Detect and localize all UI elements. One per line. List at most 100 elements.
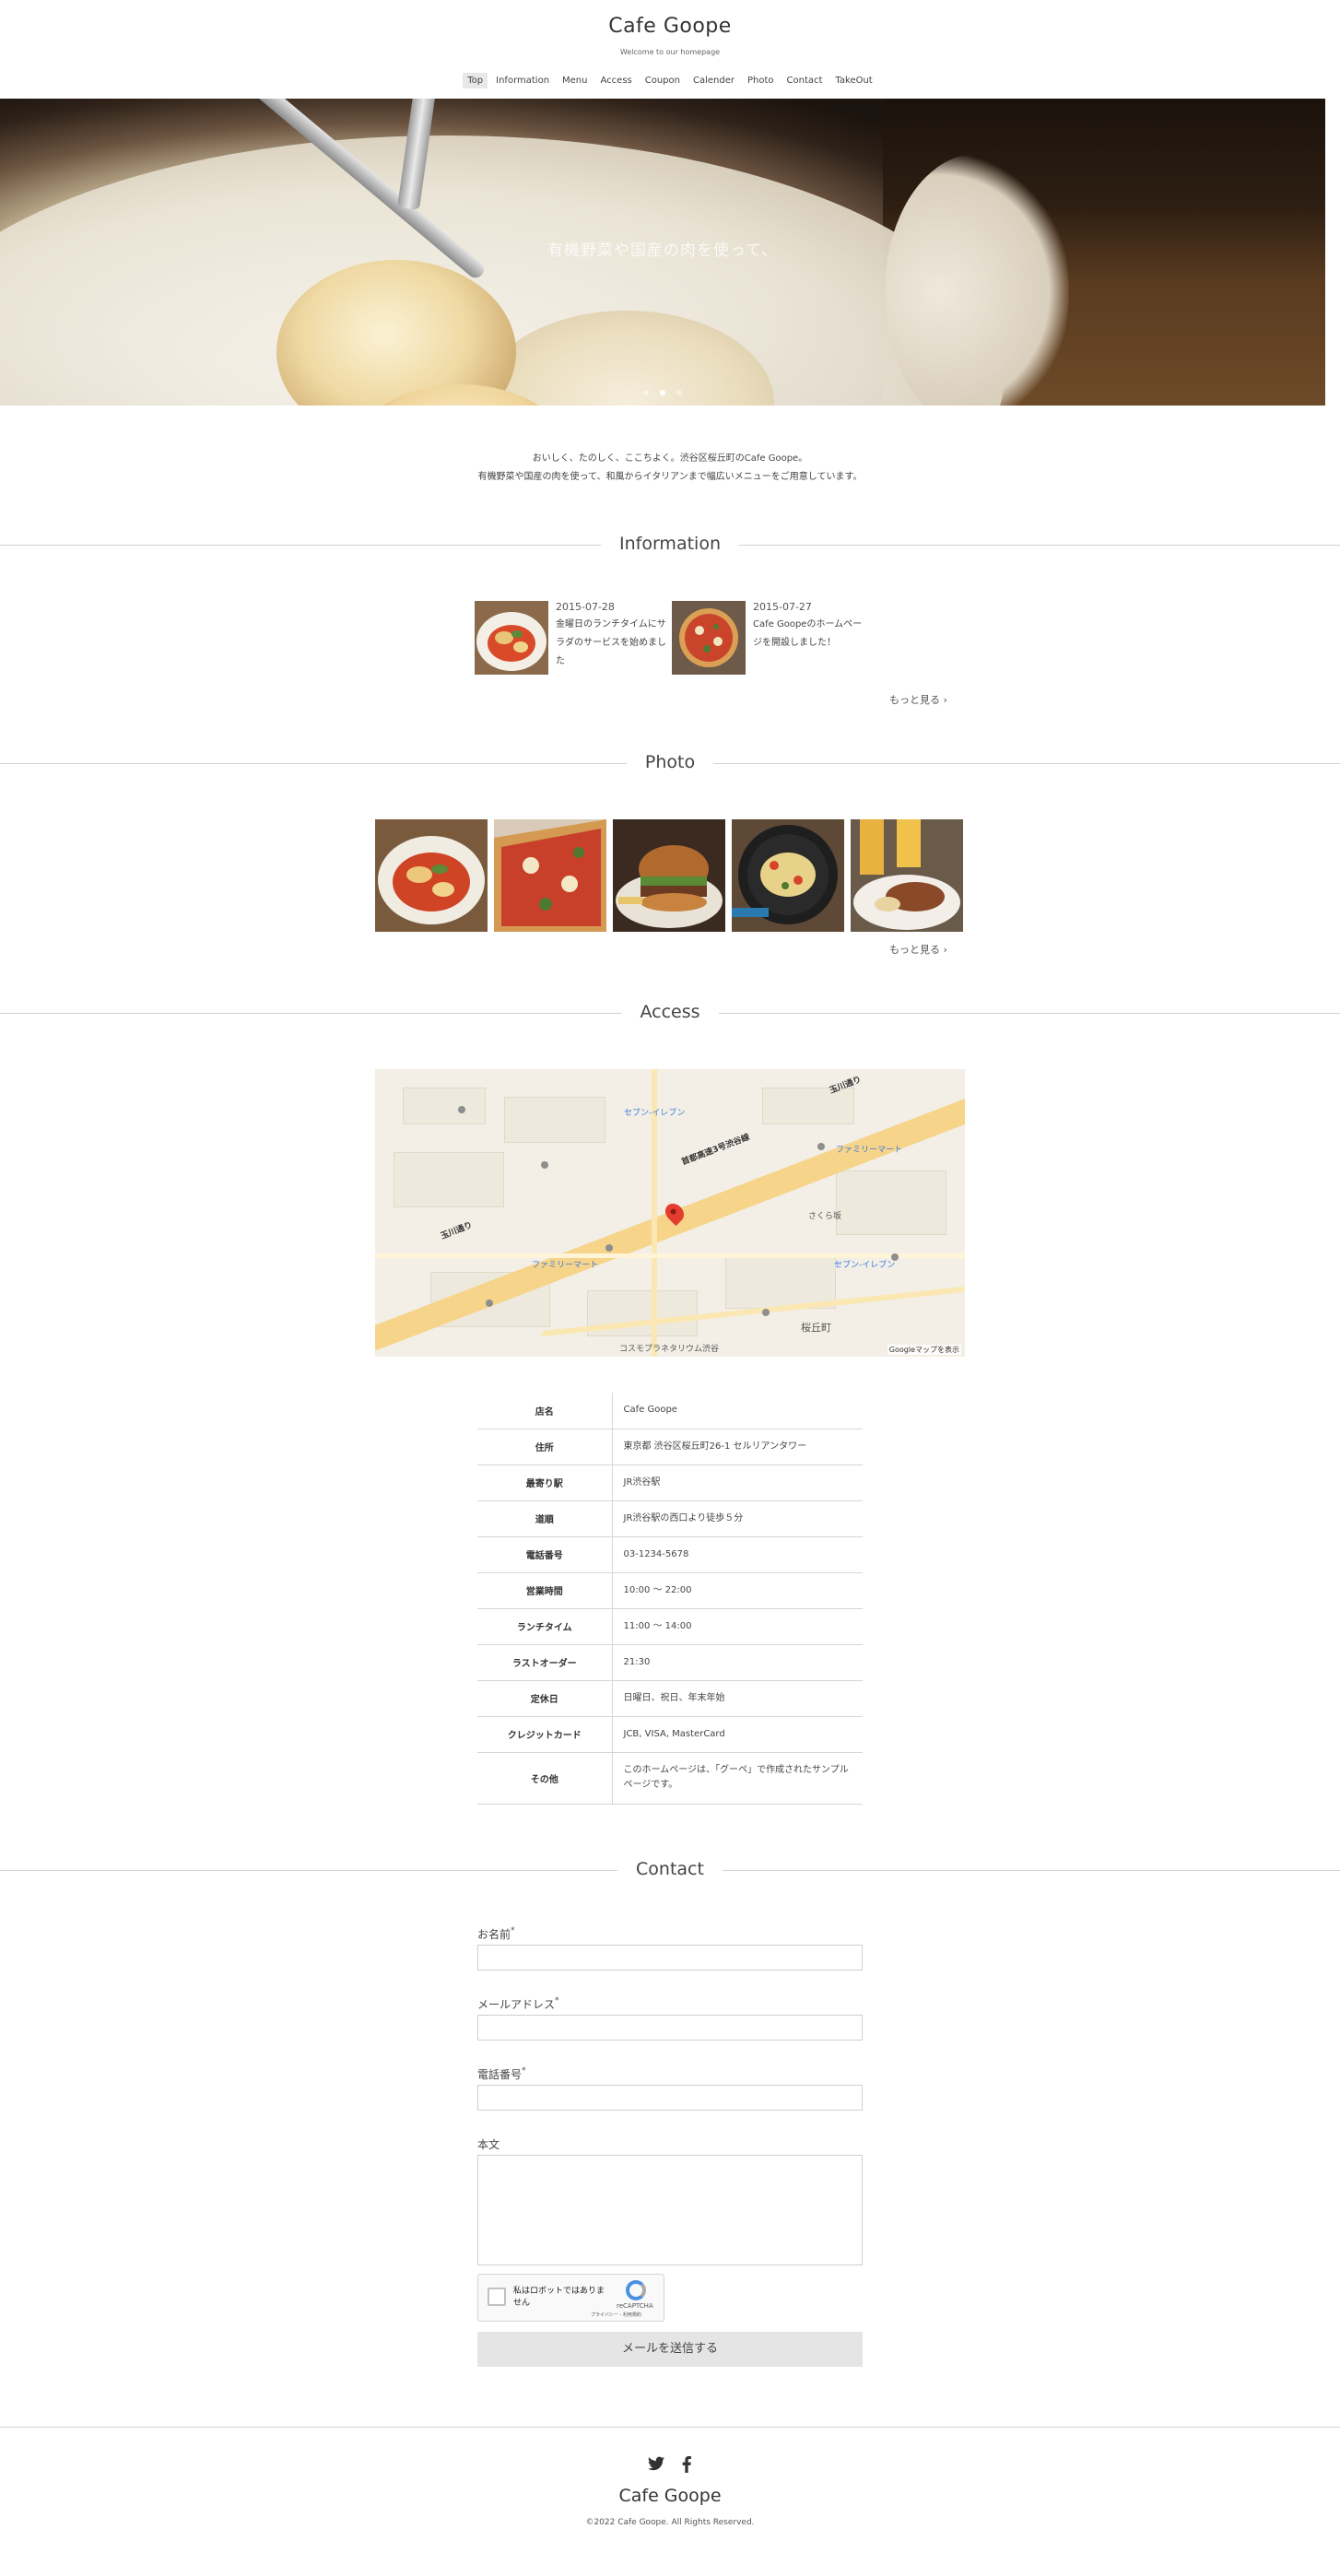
table-header: 最寄り駅	[477, 1464, 613, 1500]
site-tagline: Welcome to our homepage	[619, 48, 721, 56]
map-place-label: ファミリーマート	[532, 1261, 599, 1270]
table-row: 道順 JR渋谷駅の西口より徒歩５分	[477, 1500, 863, 1536]
table-cell: JR渋谷駅	[623, 1476, 661, 1488]
intro-line: おいしく、たのしく、ここちよく。渋谷区桜丘町のCafe Goope。	[532, 453, 808, 464]
photo-pasta[interactable]	[375, 819, 488, 932]
map-area-label: 桜丘町	[801, 1322, 831, 1334]
google-map[interactable]: 玉川通り 首都高速3号渋谷線 玉川通り セブン-イレブン ファミリーマート ファ…	[375, 1069, 965, 1357]
nav-coupon[interactable]: Coupon	[641, 73, 685, 88]
table-row: 電話番号 03-1234-5678	[477, 1536, 863, 1572]
section-title: Photo	[626, 752, 714, 772]
table-cell: 10:00 ～ 22:00	[623, 1584, 692, 1595]
table-header: 店名	[477, 1393, 613, 1429]
table-header: 営業時間	[477, 1572, 613, 1608]
map-place-label: ファミリーマート	[836, 1146, 903, 1155]
nav-top[interactable]: Top	[463, 73, 488, 88]
hero-dot[interactable]	[643, 390, 649, 395]
table-cell: 東京都 渋谷区桜丘町26-1 セルリアンタワー	[623, 1441, 807, 1452]
photo-steak-beer[interactable]	[851, 819, 963, 932]
info-item[interactable]: 2015-07-28 金曜日のランチタイムにサラダのサービスを始めました	[475, 601, 666, 678]
table-cell: 03-1234-5678	[623, 1548, 689, 1559]
table-row: その他 このホームページは、「グーペ」で作成されたサンプルページです。	[477, 1752, 863, 1804]
table-cell: JR渋谷駅の西口より徒歩５分	[623, 1512, 744, 1523]
map-footer-link[interactable]: Googleマップを表示	[887, 1345, 961, 1355]
shop-info-table: 店名 Cafe Goope 住所 東京都 渋谷区桜丘町26-1 セルリアンタワー 最…	[477, 1393, 863, 1805]
section-title: Information	[601, 534, 739, 554]
hero-dot[interactable]	[676, 390, 682, 395]
table-header: ランチタイム	[477, 1608, 613, 1644]
recaptcha-icon	[626, 2280, 646, 2300]
hero-slideshow[interactable]: 有機野菜や国産の肉を使って、	[0, 99, 1325, 406]
facebook-icon[interactable]	[681, 2456, 692, 2473]
recaptcha-widget: 私はロボットではありません reCAPTCHA プライバシー - 利用規約	[477, 2274, 664, 2322]
table-row: 店名 Cafe Goope	[477, 1393, 863, 1429]
table-cell: 11:00 ～ 14:00	[623, 1620, 692, 1631]
photo-pizza[interactable]	[494, 819, 606, 932]
nav-takeout[interactable]: TakeOut	[830, 73, 876, 88]
recaptcha-privacy-link[interactable]: プライバシー - 利用規約	[591, 2311, 641, 2318]
section-title: Contact	[617, 1859, 723, 1879]
hero-dot-active[interactable]	[660, 390, 665, 395]
required-mark: *	[555, 1996, 559, 2006]
table-cell: 日曜日、祝日、年末年始	[623, 1692, 725, 1703]
table-header: 定休日	[477, 1680, 613, 1716]
social-links	[0, 2456, 1340, 2473]
info-title[interactable]: 金曜日のランチタイムにサラダのサービスを始めました	[556, 616, 670, 671]
map-place-label: セブン-イレブン	[834, 1261, 896, 1270]
info-thumbnail-pizza[interactable]	[672, 601, 746, 675]
submit-button[interactable]: メールを送信する	[477, 2332, 863, 2367]
photo-burger[interactable]	[613, 819, 725, 932]
table-cell: Cafe Goope	[623, 1405, 677, 1416]
email-label: メールアドレス*	[477, 1996, 559, 2011]
twitter-icon[interactable]	[648, 2456, 664, 2471]
body-label: 本文	[477, 2138, 500, 2151]
footer-divider	[0, 2427, 1340, 2428]
table-row: クレジットカード JCB, VISA, MasterCard	[477, 1716, 863, 1752]
footer-title[interactable]: Cafe Goope	[0, 2486, 1340, 2506]
access-heading: Access	[0, 1002, 1340, 1024]
table-cell: JCB, VISA, MasterCard	[623, 1728, 725, 1739]
table-header: クレジットカード	[477, 1716, 613, 1752]
hero-pagination	[0, 390, 1325, 395]
table-header: 住所	[477, 1429, 613, 1464]
photo-skillet[interactable]	[732, 819, 844, 932]
recaptcha-brand: reCAPTCHA	[617, 2302, 653, 2310]
information-heading: Information	[0, 534, 1340, 556]
recaptcha-checkbox[interactable]	[488, 2288, 506, 2306]
info-thumbnail-pasta[interactable]	[475, 601, 548, 675]
information-more-link[interactable]: もっと見る ›	[889, 692, 947, 707]
info-item[interactable]: 2015-07-27 Cafe Goopeのホームページを開設しました！	[672, 601, 862, 678]
map-place-label: さくら坂	[808, 1212, 842, 1221]
name-field[interactable]	[477, 1945, 863, 1970]
email-field[interactable]	[477, 2015, 863, 2041]
hero-caption: 有機野菜や国産の肉を使って、	[547, 241, 779, 260]
table-row: ラストオーダー 21:30	[477, 1644, 863, 1680]
info-date: 2015-07-27	[753, 601, 812, 613]
nav-contact[interactable]: Contact	[782, 73, 828, 88]
table-header: 道順	[477, 1500, 613, 1536]
map-road-label: 玉川通り	[439, 1220, 475, 1242]
table-cell: このホームページは、「グーペ」で作成されたサンプルページです。	[623, 1765, 849, 1790]
map-road-label: 首都高速3号渋谷線	[680, 1133, 751, 1168]
info-title[interactable]: Cafe Goopeのホームページを開設しました！	[753, 616, 867, 653]
phone-field[interactable]	[477, 2085, 863, 2111]
table-header: 電話番号	[477, 1536, 613, 1572]
nav-information[interactable]: Information	[491, 73, 554, 88]
table-row: 営業時間 10:00 ～ 22:00	[477, 1572, 863, 1608]
section-title: Access	[621, 1002, 719, 1022]
table-header: ラストオーダー	[477, 1644, 613, 1680]
table-row: ランチタイム 11:00 ～ 14:00	[477, 1608, 863, 1644]
site-title[interactable]: Cafe Goope	[0, 15, 1340, 38]
message-textarea[interactable]	[477, 2155, 863, 2265]
table-row: 定休日 日曜日、祝日、年末年始	[477, 1680, 863, 1716]
photo-heading: Photo	[0, 752, 1340, 774]
required-mark: *	[511, 1926, 515, 1935]
nav-menu[interactable]: Menu	[558, 73, 592, 88]
nav-calender[interactable]: Calender	[688, 73, 739, 88]
nav-access[interactable]: Access	[596, 73, 637, 88]
table-row: 最寄り駅 JR渋谷駅	[477, 1464, 863, 1500]
copyright: ©2022 Cafe Goope. All Rights Reserved.	[585, 2518, 755, 2527]
nav-photo[interactable]: Photo	[743, 73, 779, 88]
info-date: 2015-07-28	[556, 601, 615, 613]
photo-more-link[interactable]: もっと見る ›	[889, 942, 947, 957]
